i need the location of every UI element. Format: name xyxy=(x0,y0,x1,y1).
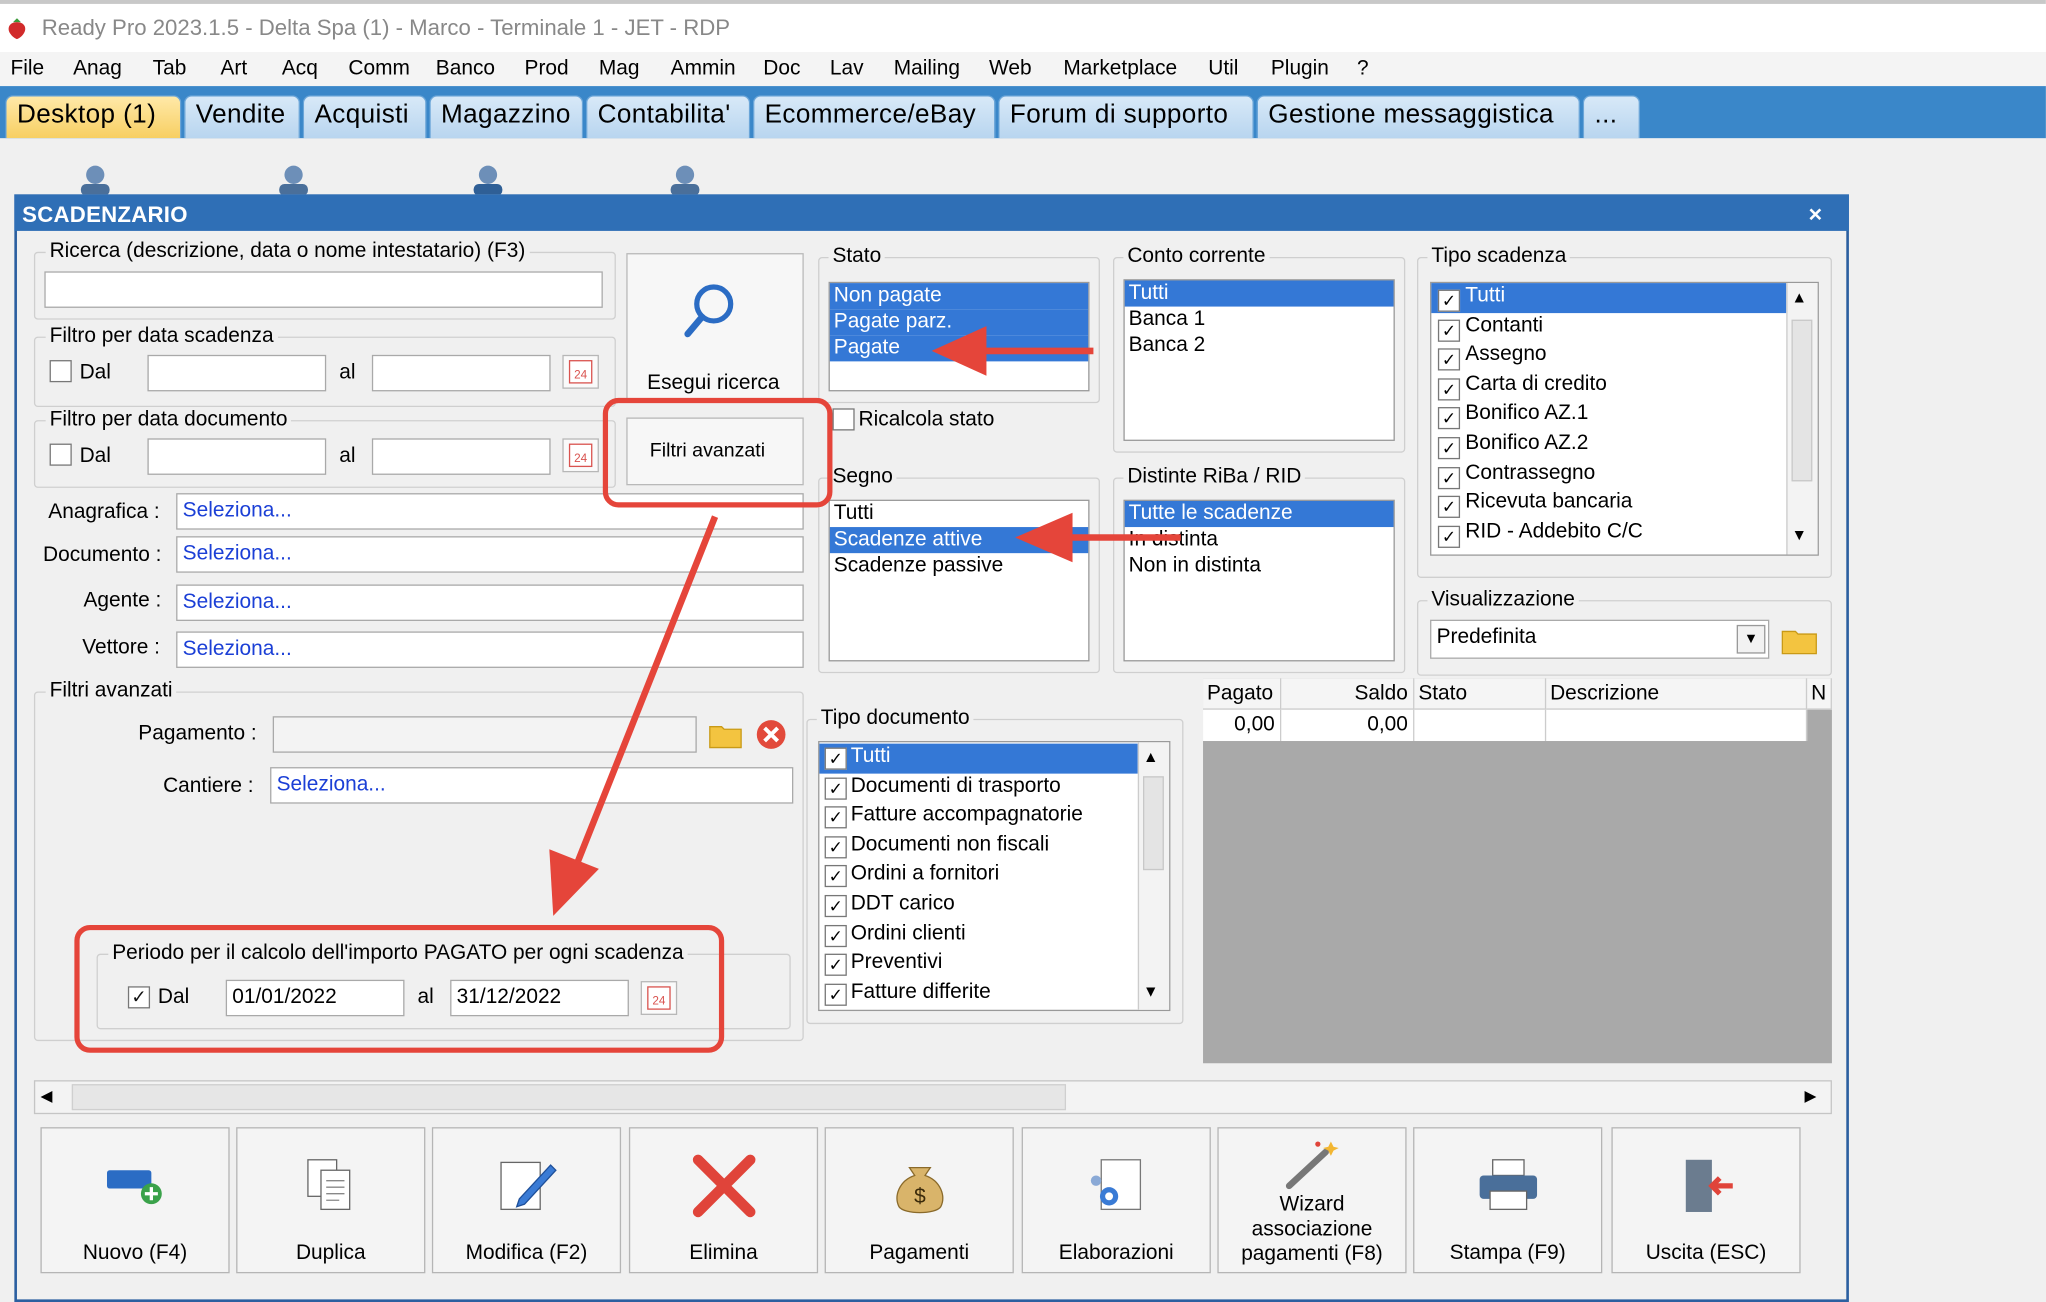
annotation-arrow-down xyxy=(549,515,719,916)
annotation-arrows xyxy=(549,326,1181,916)
annotation-arrow-segno xyxy=(1015,512,1181,563)
annotation-arrow-stato xyxy=(931,326,1094,376)
